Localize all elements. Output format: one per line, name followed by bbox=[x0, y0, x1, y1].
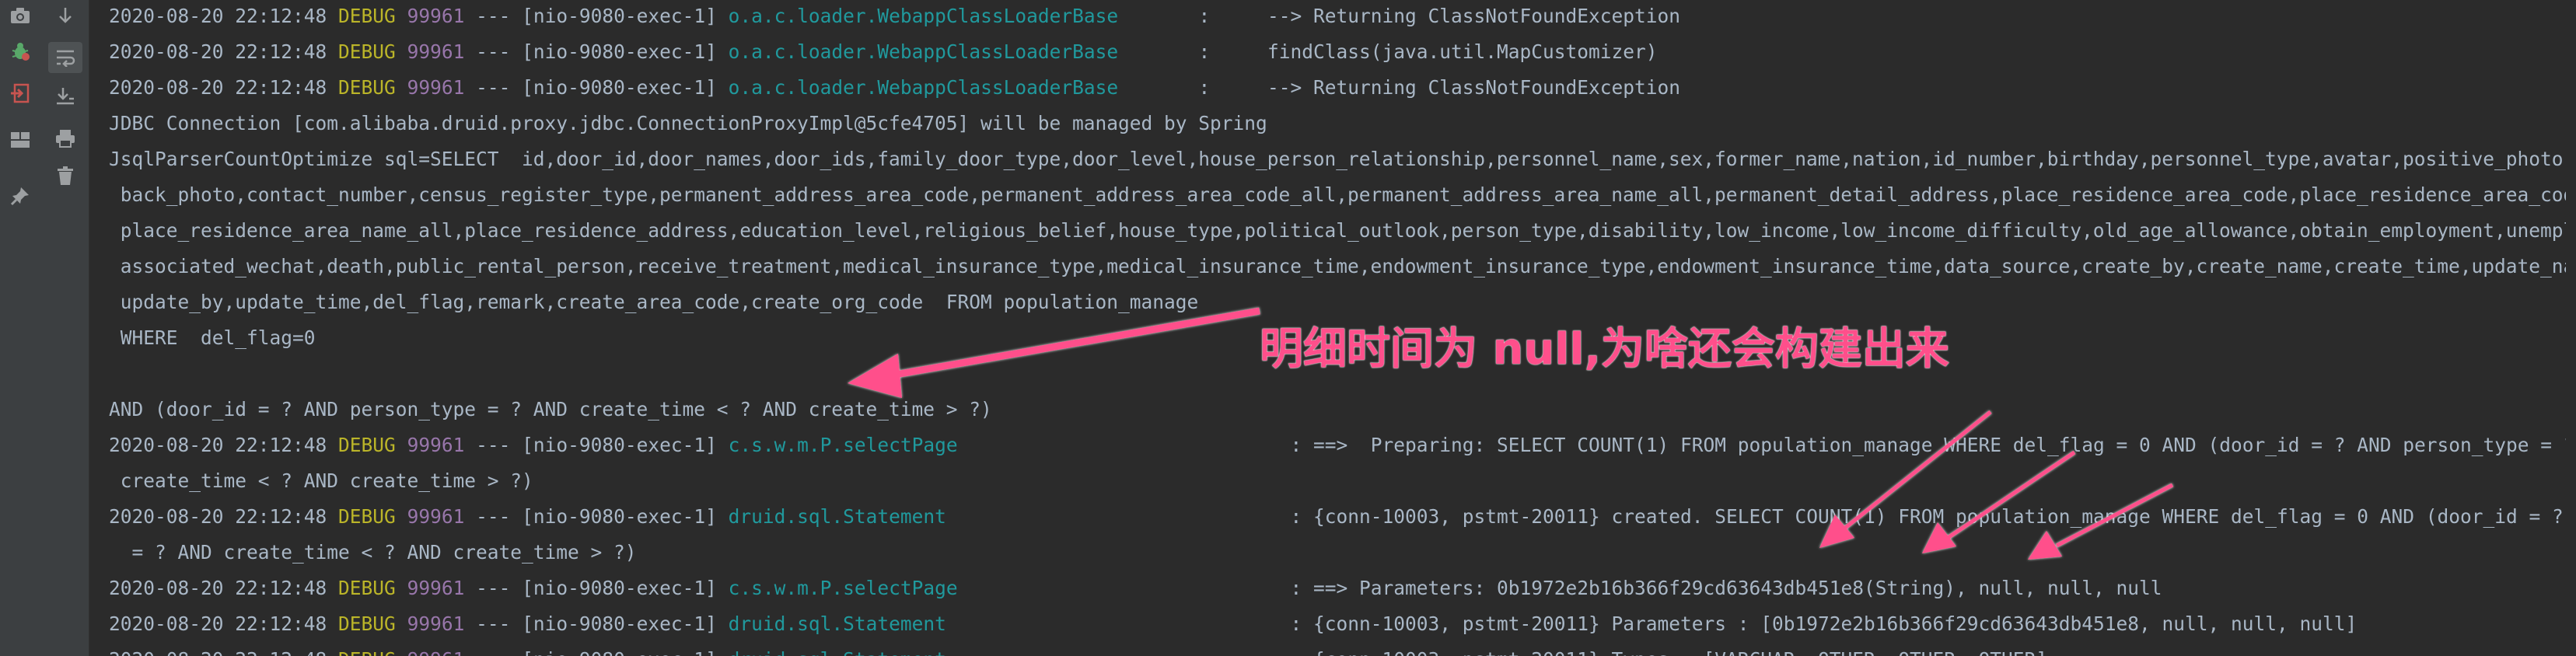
exit-icon[interactable] bbox=[3, 78, 37, 109]
log-thread: [nio-9080-exec-1] bbox=[522, 648, 717, 656]
log-separator: --- bbox=[476, 577, 511, 599]
log-line: 2020-08-20 22:12:48 DEBUG 99961 --- [nio… bbox=[109, 642, 2047, 656]
layout-icon[interactable] bbox=[3, 124, 37, 155]
console-toolbar bbox=[0, 0, 89, 656]
log-separator: --- bbox=[476, 612, 511, 635]
print-icon[interactable] bbox=[48, 123, 82, 154]
log-logger: druid.sql.Statement bbox=[729, 648, 946, 656]
log-message: update_by,update_time,del_flag,remark,cr… bbox=[109, 291, 1199, 313]
log-thread: [nio-9080-exec-1] bbox=[522, 577, 717, 599]
log-pid: 99961 bbox=[407, 612, 465, 635]
log-separator: --- bbox=[476, 5, 511, 27]
log-text-line: create_time < ? AND create_time > ?) bbox=[109, 463, 533, 499]
log-logger: c.s.w.m.P.selectPage bbox=[728, 577, 958, 599]
log-timestamp: 2020-08-20 22:12:48 bbox=[109, 505, 327, 528]
log-level: DEBUG bbox=[338, 40, 396, 63]
log-logger: o.a.c.loader.WebappClassLoaderBase bbox=[728, 5, 1119, 27]
log-line: 2020-08-20 22:12:48 DEBUG 99961 --- [nio… bbox=[109, 34, 1657, 70]
log-text-line: associated_wechat,death,public_rental_pe… bbox=[109, 249, 2566, 284]
log-message: : findClass(java.util.MapCustomizer) bbox=[1198, 40, 1658, 63]
log-timestamp: 2020-08-20 22:12:48 bbox=[109, 577, 327, 599]
log-separator: --- bbox=[476, 40, 511, 63]
log-level: DEBUG bbox=[338, 577, 396, 599]
log-message: back_photo,contact_number,census_registe… bbox=[109, 183, 2566, 206]
log-separator: --- bbox=[476, 434, 511, 456]
log-text-line: JDBC Connection [com.alibaba.druid.proxy… bbox=[109, 106, 1267, 141]
log-thread: [nio-9080-exec-1] bbox=[522, 612, 717, 635]
scroll-to-end-icon[interactable] bbox=[48, 81, 82, 112]
log-text-line: update_by,update_time,del_flag,remark,cr… bbox=[109, 284, 1199, 320]
log-timestamp: 2020-08-20 22:12:48 bbox=[109, 76, 327, 99]
log-timestamp: 2020-08-20 22:12:48 bbox=[109, 648, 327, 656]
camera-icon[interactable] bbox=[3, 0, 37, 31]
log-text-line: WHERE del_flag=0 bbox=[109, 320, 316, 356]
log-message: : --> Returning ClassNotFoundException bbox=[1198, 76, 1680, 99]
log-message: AND (door_id = ? AND person_type = ? AND… bbox=[109, 398, 992, 420]
scroll-down-icon[interactable] bbox=[48, 0, 82, 31]
log-timestamp: 2020-08-20 22:12:48 bbox=[109, 612, 327, 635]
log-thread: [nio-9080-exec-1] bbox=[522, 434, 717, 456]
log-logger: druid.sql.Statement bbox=[728, 612, 946, 635]
log-line: 2020-08-20 22:12:48 DEBUG 99961 --- [nio… bbox=[109, 571, 2162, 606]
log-pid: 99961 bbox=[407, 577, 465, 599]
log-text-line: = ? AND create_time < ? AND create_time … bbox=[109, 535, 637, 571]
log-text-line: JsqlParserCountOptimize sql=SELECT id,do… bbox=[109, 141, 2566, 177]
log-pid: 99961 bbox=[407, 434, 465, 456]
log-timestamp: 2020-08-20 22:12:48 bbox=[109, 40, 327, 63]
log-level: DEBUG bbox=[338, 434, 396, 456]
log-message: JDBC Connection [com.alibaba.druid.proxy… bbox=[109, 112, 1267, 134]
log-message: WHERE del_flag=0 bbox=[109, 326, 316, 349]
log-message: JsqlParserCountOptimize sql=SELECT id,do… bbox=[109, 148, 2566, 170]
log-line: 2020-08-20 22:12:48 DEBUG 99961 --- [nio… bbox=[109, 0, 1680, 34]
log-separator: --- bbox=[476, 76, 511, 99]
log-message: place_residence_area_name_all,place_resi… bbox=[109, 219, 2566, 242]
log-text-line: back_photo,contact_number,census_registe… bbox=[109, 177, 2566, 213]
log-line: 2020-08-20 22:12:48 DEBUG 99961 --- [nio… bbox=[109, 606, 2357, 642]
log-message: associated_wechat,death,public_rental_pe… bbox=[109, 255, 2566, 277]
log-message: : ==> Parameters: 0b1972e2b16b366f29cd63… bbox=[1290, 577, 2162, 599]
log-line: 2020-08-20 22:12:48 DEBUG 99961 --- [nio… bbox=[109, 499, 2566, 535]
annotation-text: 明细时间为 null,为啥还会构建出来 bbox=[1260, 324, 1949, 375]
log-thread: [nio-9080-exec-1] bbox=[522, 5, 717, 27]
log-logger: druid.sql.Statement bbox=[728, 505, 946, 528]
log-message: : --> Returning ClassNotFoundException bbox=[1198, 5, 1680, 27]
pin-icon[interactable] bbox=[3, 180, 37, 211]
log-message: = ? AND create_time < ? AND create_time … bbox=[109, 541, 637, 564]
log-pid: 99961 bbox=[407, 5, 465, 27]
log-pid: 99961 bbox=[407, 76, 465, 99]
console-window: 2020-08-20 22:12:48 DEBUG 99961 --- [nio… bbox=[0, 0, 2576, 656]
log-logger: o.a.c.loader.WebappClassLoaderBase bbox=[728, 76, 1119, 99]
log-separator: --- bbox=[476, 505, 511, 528]
trash-icon[interactable] bbox=[48, 160, 82, 191]
log-level: DEBUG bbox=[338, 505, 396, 528]
soft-wrap-icon[interactable] bbox=[48, 42, 82, 73]
debug-bug-icon[interactable] bbox=[3, 36, 37, 67]
log-thread: [nio-9080-exec-1] bbox=[522, 40, 717, 63]
log-message: : {conn-10003, pstmt-20011} Parameters :… bbox=[1290, 612, 2358, 635]
log-pid: 99961 bbox=[407, 505, 465, 528]
log-message: : ==> Preparing: SELECT COUNT(1) FROM po… bbox=[1290, 434, 2566, 456]
log-message: create_time < ? AND create_time > ?) bbox=[109, 469, 533, 492]
log-message: : {conn-10003, pstmt-20011} Types : [VAR… bbox=[1290, 648, 2047, 656]
log-message: : {conn-10003, pstmt-20011} created. SEL… bbox=[1290, 505, 2564, 528]
log-pid: 99961 bbox=[407, 648, 465, 656]
log-timestamp: 2020-08-20 22:12:48 bbox=[109, 434, 327, 456]
log-text-line: AND (door_id = ? AND person_type = ? AND… bbox=[109, 392, 992, 427]
log-level: DEBUG bbox=[338, 76, 396, 99]
log-thread: [nio-9080-exec-1] bbox=[522, 505, 717, 528]
log-thread: [nio-9080-exec-1] bbox=[522, 76, 717, 99]
log-logger: o.a.c.loader.WebappClassLoaderBase bbox=[728, 40, 1119, 63]
log-level: DEBUG bbox=[338, 612, 396, 635]
log-line: 2020-08-20 22:12:48 DEBUG 99961 --- [nio… bbox=[109, 70, 1680, 106]
log-logger: c.s.w.m.P.selectPage bbox=[728, 434, 958, 456]
log-level: DEBUG bbox=[338, 648, 396, 656]
log-line: 2020-08-20 22:12:48 DEBUG 99961 --- [nio… bbox=[109, 427, 2566, 463]
log-level: DEBUG bbox=[338, 5, 396, 27]
log-text-line: place_residence_area_name_all,place_resi… bbox=[109, 213, 2566, 249]
log-timestamp: 2020-08-20 22:12:48 bbox=[109, 5, 327, 27]
log-separator: --- bbox=[476, 648, 510, 656]
log-pid: 99961 bbox=[407, 40, 465, 63]
